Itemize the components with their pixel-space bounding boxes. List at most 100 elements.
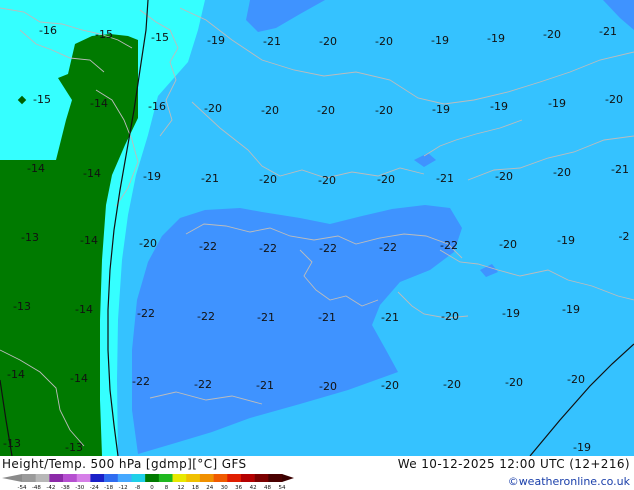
color-scale-swatch [22, 474, 36, 482]
temperature-label: -20 [505, 376, 523, 389]
temperature-label: -21 [257, 311, 275, 324]
temperature-label: -22 [259, 242, 277, 255]
valid-time: We 10-12-2025 12:00 UTC (12+216) [397, 457, 630, 471]
color-scale-swatch [268, 474, 283, 482]
temperature-label: -16 [148, 100, 166, 113]
color-scale-swatch [104, 474, 119, 482]
temperature-label: -20 [319, 35, 337, 48]
color-scale-tick-label: 0 [150, 485, 154, 490]
color-scale-tick-label: -8 [135, 485, 141, 490]
temperature-label: -19 [490, 100, 508, 113]
map-canvas: -16 -15 -15 -19 -21 -20 -20 -19 -19 -20 -21 -15 -14 -… [0, 0, 634, 456]
color-scale-arrow-high [282, 474, 294, 482]
temperature-label: -20 [261, 104, 279, 117]
color-scale-swatch [35, 474, 50, 482]
temperature-label: -15 [151, 31, 169, 44]
color-scale-swatch [63, 474, 78, 482]
temperature-label: -20 [443, 378, 461, 391]
color-scale-tick-label: -48 [32, 485, 41, 490]
temperature-label: -14 [70, 372, 88, 385]
color-scale-tick-label: 54 [279, 485, 286, 490]
temperature-label: -22 [132, 375, 150, 388]
color-scale-swatch [172, 474, 187, 482]
temperature-label: -20 [495, 170, 513, 183]
temperature-label: -20 [499, 238, 517, 251]
temperature-label: -14 [83, 167, 101, 180]
temperature-label: -22 [137, 307, 155, 320]
temperature-label: -20 [567, 373, 585, 386]
color-scale-tick-label: -42 [46, 485, 55, 490]
color-scale-arrow-low [2, 474, 22, 482]
temperature-label: -14 [90, 97, 108, 110]
temperature-label: -19 [431, 34, 449, 47]
color-scale-tick-label: -38 [61, 485, 70, 490]
temperature-label: -21 [201, 172, 219, 185]
temperature-label: -13 [3, 437, 21, 450]
color-scale-tick-label: 18 [192, 485, 199, 490]
temperature-label: -20 [543, 28, 561, 41]
temperature-label: -19 [562, 303, 580, 316]
color-scale-swatch [199, 474, 214, 482]
color-scale-tick-label: 48 [264, 485, 271, 490]
temperature-label: -20 [375, 104, 393, 117]
temperature-label: -19 [573, 441, 591, 454]
color-scale-tick-label: -24 [90, 485, 99, 490]
weather-map: -16 -15 -15 -19 -21 -20 -20 -19 -19 -20 -21 -15 -14 -… [0, 0, 634, 456]
temperature-label: -19 [207, 34, 225, 47]
temperature-label: -20 [381, 379, 399, 392]
temperature-label: -20 [441, 310, 459, 323]
color-scale-swatch [254, 474, 269, 482]
temperature-label: -21 [381, 311, 399, 324]
color-scale-swatch [186, 474, 201, 482]
color-scale-tick-label: 36 [235, 485, 242, 490]
credit-link[interactable]: ©weatheronline.co.uk [508, 475, 630, 488]
temperature-label: -14 [75, 303, 93, 316]
color-scale-tick-label: 30 [221, 485, 228, 490]
map-footer: Height/Temp. 500 hPa [gdmp][°C] GFS We 1… [0, 456, 634, 490]
temperature-label: -22 [440, 239, 458, 252]
color-scale-swatch [145, 474, 160, 482]
temperature-label: -16 [39, 24, 57, 37]
color-scale-tick-label: 24 [206, 485, 213, 490]
temperature-label: -13 [65, 441, 83, 454]
temperature-label: -19 [143, 170, 161, 183]
temperature-label: -15 [33, 93, 51, 106]
color-scale-swatch [131, 474, 146, 482]
color-scale: -54 -48 -42 -38 -30 -24 -18 -12 -8 0 8 12 18 24 30 36 42… [2, 474, 294, 490]
color-scale-tick-label: -54 [18, 485, 27, 490]
temperature-label: -20 [375, 35, 393, 48]
temperature-label: -22 [379, 241, 397, 254]
temperature-label: -19 [432, 103, 450, 116]
temperature-label: -14 [80, 234, 98, 247]
temperature-label: -19 [487, 32, 505, 45]
color-scale-tick-label: -18 [104, 485, 113, 490]
color-scale-swatch [90, 474, 105, 482]
temperature-label: -13 [13, 300, 31, 313]
temperature-label: -21 [263, 35, 281, 48]
temperature-label: -20 [318, 174, 336, 187]
color-scale-swatches [2, 474, 294, 482]
temperature-label: -22 [197, 310, 215, 323]
color-scale-tick-label: -12 [119, 485, 128, 490]
color-scale-tick-label: 8 [165, 485, 169, 490]
temperature-label: -14 [7, 368, 25, 381]
temperature-label: -19 [502, 307, 520, 320]
color-scale-tick-label: 42 [250, 485, 257, 490]
color-scale-swatch [117, 474, 132, 482]
temperature-label: -20 [605, 93, 623, 106]
color-scale-tick-label: -30 [75, 485, 84, 490]
temperature-label: -20 [553, 166, 571, 179]
temperature-label: -21 [599, 25, 617, 38]
temperature-label: -20 [204, 102, 222, 115]
color-scale-ticks: -54 -48 -42 -38 -30 -24 -18 -12 -8 0 8 12 18 24 30 36 42… [18, 485, 286, 490]
color-scale-swatch [240, 474, 255, 482]
temperature-label: -22 [319, 242, 337, 255]
temperature-label: -20 [139, 237, 157, 250]
temperature-label: -2 [619, 230, 630, 243]
temperature-label: -20 [259, 173, 277, 186]
temperature-label: -19 [557, 234, 575, 247]
temperature-label: -22 [199, 240, 217, 253]
color-scale-swatch [213, 474, 228, 482]
temperature-label: -21 [436, 172, 454, 185]
temperature-label: -22 [194, 378, 212, 391]
